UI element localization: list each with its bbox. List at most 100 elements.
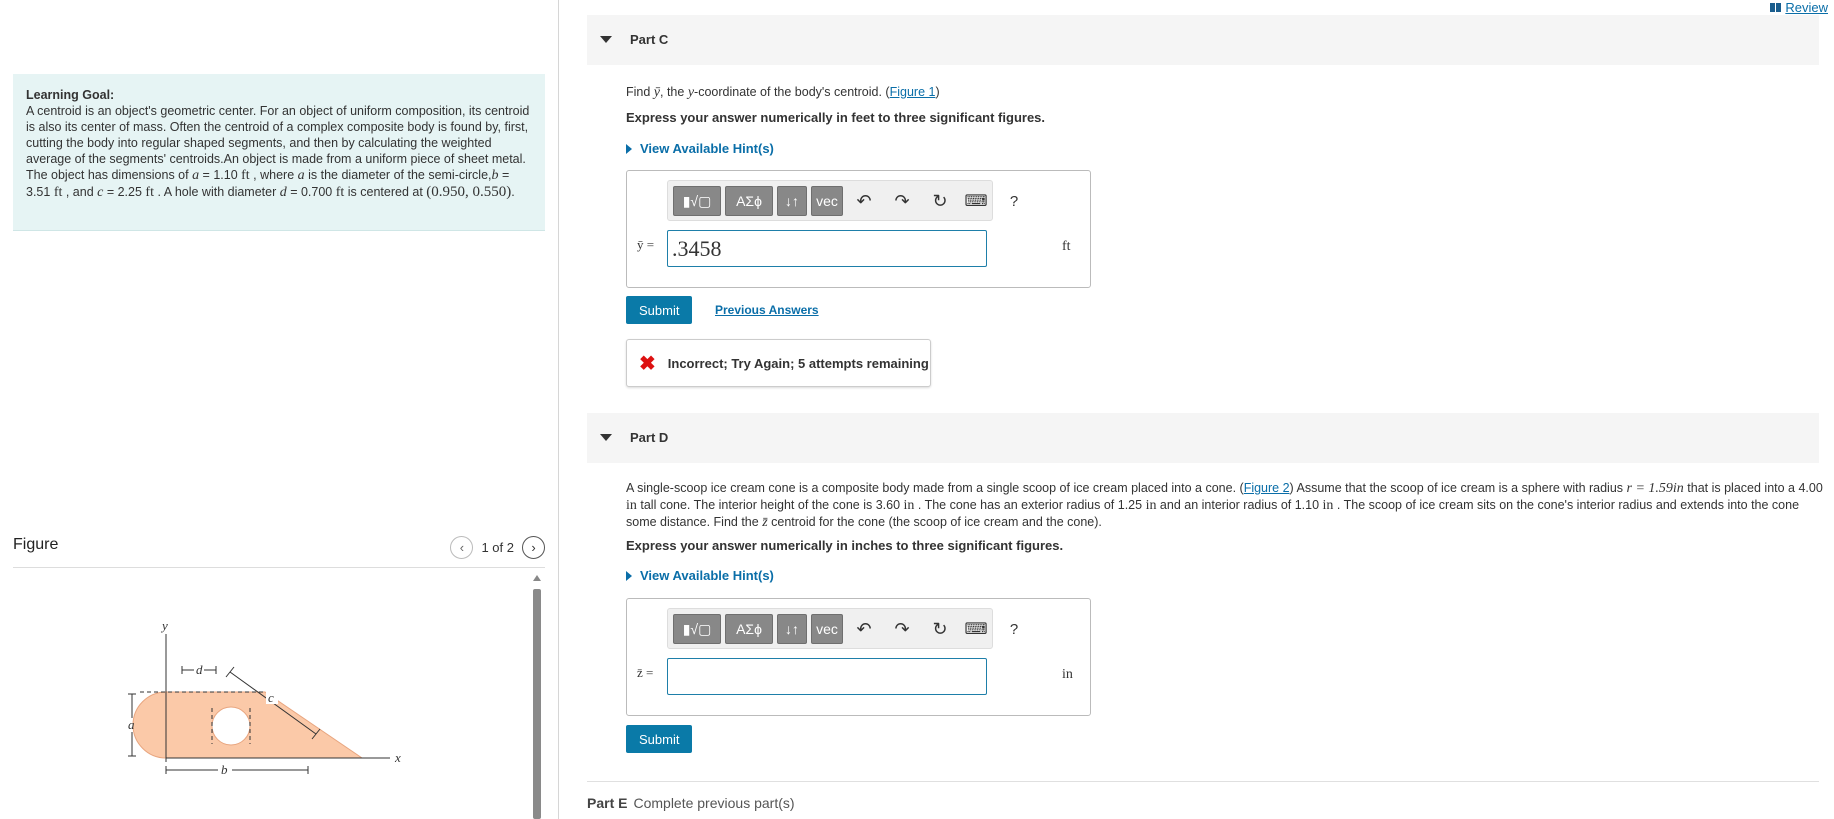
part-c-header[interactable]: Part C: [587, 15, 1819, 65]
hole: [211, 706, 251, 746]
d-text-6: and an interior radius of 1.10: [1156, 498, 1323, 512]
part-d-hint-toggle[interactable]: View Available Hint(s): [626, 568, 774, 583]
part-c-answer-box: ▮√▢ ΑΣϕ ↓↑ vec ↶ ↷ ↻ ⌨ ? ȳ = .3458 ft: [626, 170, 1091, 288]
d-text-3: that is placed into a 4.00: [1683, 481, 1823, 495]
reset-icon[interactable]: ↻: [930, 189, 950, 213]
part-d-answer-input[interactable]: [667, 658, 987, 695]
d-in-2: in: [903, 498, 915, 513]
review-link[interactable]: Review: [1770, 0, 1828, 15]
part-c-hint-toggle[interactable]: View Available Hint(s): [626, 141, 774, 156]
d-text-5: . The cone has an exterior radius of 1.2…: [914, 498, 1146, 512]
redo-icon[interactable]: ↷: [892, 189, 912, 213]
d-in-3: in: [1145, 498, 1157, 513]
greek-symbols-button[interactable]: ΑΣϕ: [725, 186, 773, 216]
prev-figure-button[interactable]: ‹: [450, 536, 474, 559]
figure-scrollbar[interactable]: [532, 575, 542, 819]
b-tail: , and: [62, 185, 98, 199]
figure-diagram: y x a b d c: [128, 620, 401, 777]
learning-goal: Learning Goal: A centroid is an object's…: [13, 74, 545, 231]
a-dim-label: a: [128, 717, 135, 732]
y-axis-label: y: [160, 620, 168, 633]
part-d-answer-box: ▮√▢ ΑΣϕ ↓↑ vec ↶ ↷ ↻ ⌨ ? z̄ = in: [626, 598, 1091, 716]
greek-symbols-button[interactable]: ΑΣϕ: [725, 614, 773, 644]
part-c-instruction: Express your answer numerically in feet …: [626, 110, 1046, 125]
learning-goal-text: A centroid is an object's geometric cent…: [26, 103, 532, 201]
math-toolbar: ▮√▢ ΑΣϕ ↓↑ vec ↶ ↷ ↻ ⌨ ?: [667, 608, 1018, 649]
part-d-instruction: Express your answer numerically in inche…: [626, 538, 1064, 553]
undo-icon[interactable]: ↶: [854, 617, 874, 641]
left-panel: Learning Goal: A centroid is an object's…: [0, 0, 558, 819]
scroll-thumb[interactable]: [533, 589, 541, 819]
collapse-caret-icon[interactable]: [600, 36, 612, 43]
part-c-feedback: ✖ Incorrect; Try Again; 5 attempts remai…: [626, 339, 931, 387]
a-desc: is the diameter of the semi-circle,: [304, 168, 492, 182]
figure-title: Figure: [13, 536, 59, 553]
d-text-1: A single-scoop ice cream cone is a compo…: [626, 481, 1244, 495]
collapse-caret-icon[interactable]: [600, 434, 612, 441]
part-c-unit: ft: [1062, 239, 1071, 254]
c-dim-top-tick: [225, 666, 235, 678]
figure-pager: ‹ 1 of 2 ›: [450, 536, 545, 559]
part-c-var-label: ȳ =: [637, 237, 655, 252]
scroll-up-arrow-icon[interactable]: [533, 575, 541, 581]
part-d-unit: in: [1062, 667, 1073, 682]
d-in-4: in: [1322, 498, 1334, 513]
templates-button[interactable]: ▮√▢: [673, 614, 721, 644]
c-unit: ft: [145, 185, 154, 200]
var-d: d: [279, 185, 287, 200]
figure-2-link[interactable]: Figure 2: [1244, 481, 1290, 495]
learning-goal-title: Learning Goal:: [26, 88, 115, 102]
vector-button[interactable]: vec: [811, 186, 843, 216]
part-d-header[interactable]: Part D: [587, 413, 1819, 463]
part-c-submit-button[interactable]: Submit: [626, 296, 693, 324]
help-icon[interactable]: ?: [1004, 189, 1024, 213]
part-e-status: Complete previous part(s): [633, 795, 795, 811]
part-d-hint-label: View Available Hint(s): [640, 568, 774, 583]
next-figure-button[interactable]: ›: [522, 536, 545, 559]
chevron-right-icon: ›: [531, 540, 536, 555]
d-in-1: in: [626, 498, 637, 513]
templates-button[interactable]: ▮√▢: [673, 186, 721, 216]
part-c-answer-input[interactable]: .3458: [667, 230, 987, 267]
math-toolbar: ▮√▢ ΑΣϕ ↓↑ vec ↶ ↷ ↻ ⌨ ?: [667, 180, 1018, 221]
q-find-close: ): [935, 85, 940, 99]
d-text-8: centroid for the cone (the scoop of ice …: [767, 515, 1102, 529]
keyboard-icon[interactable]: ⌨: [964, 189, 987, 213]
expand-triangle-icon: [626, 143, 632, 154]
a-unit: ft: [241, 168, 250, 183]
vector-button[interactable]: vec: [811, 614, 843, 644]
right-panel: Review Part C Find ȳ, the y-coordinate o…: [559, 0, 1834, 819]
part-c-question: Find ȳ, the y-coordinate of the body's c…: [626, 84, 940, 101]
reset-icon[interactable]: ↻: [930, 617, 950, 641]
q-find-post: -coordinate of the body's centroid. (: [694, 85, 890, 99]
goal-end: .: [511, 185, 515, 199]
b-dim-label: b: [221, 762, 228, 777]
keyboard-icon[interactable]: ⌨: [964, 617, 987, 641]
x-axis-label: x: [394, 750, 401, 765]
expand-triangle-icon: [626, 570, 632, 581]
figure-1-link[interactable]: Figure 1: [890, 85, 936, 99]
templates-icon: ▮√▢: [682, 192, 712, 209]
arrows-icon: ↓↑: [785, 621, 799, 637]
book-icon: [1770, 3, 1782, 12]
d-r-expr: r = 1.59in: [1626, 481, 1684, 496]
part-d-var-label: z̄ =: [637, 665, 654, 680]
c-tail: . A hole with diameter: [153, 185, 280, 199]
redo-icon[interactable]: ↷: [892, 617, 912, 641]
undo-icon[interactable]: ↶: [854, 189, 874, 213]
help-icon[interactable]: ?: [1004, 617, 1024, 641]
part-d-submit-button[interactable]: Submit: [626, 725, 693, 753]
previous-answers-link[interactable]: Previous Answers: [715, 303, 819, 317]
d-tail: is centered at: [344, 185, 427, 199]
review-label[interactable]: Review: [1785, 0, 1828, 15]
d-value: = 0.700: [286, 185, 336, 199]
greek-icon: ΑΣϕ: [736, 193, 762, 209]
templates-icon: ▮√▢: [682, 620, 712, 637]
q-find-pre: Find: [626, 85, 654, 99]
part-d-label: Part D: [630, 430, 669, 445]
part-e-row: Part E Complete previous part(s): [587, 781, 1819, 811]
var-b: b: [491, 168, 499, 183]
feedback-text: Incorrect; Try Again; 5 attempts remaini…: [667, 355, 929, 371]
subscript-button[interactable]: ↓↑: [777, 186, 807, 216]
subscript-button[interactable]: ↓↑: [777, 614, 807, 644]
